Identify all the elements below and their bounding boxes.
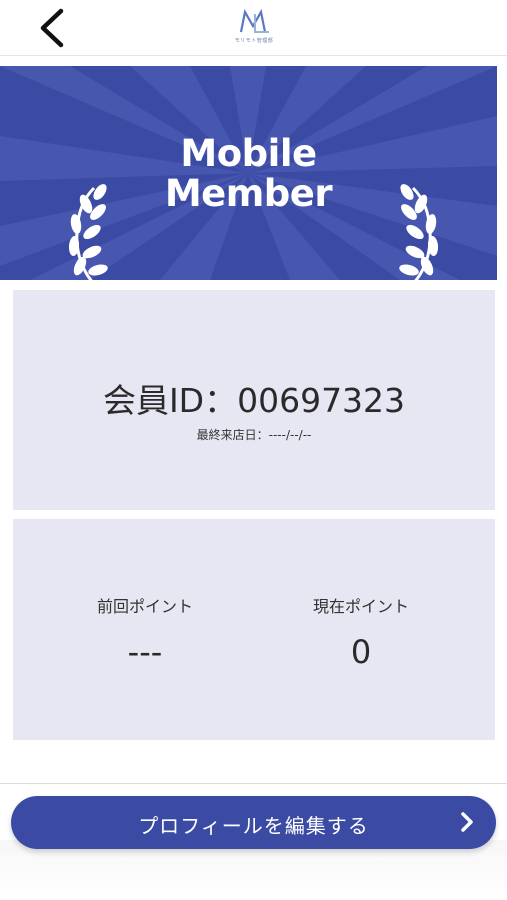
edit-profile-button[interactable]: プロフィールを編集する <box>11 796 496 849</box>
mobile-member-banner: Mobile Member <box>0 66 497 280</box>
member-id: 会員ID：00697323 <box>102 381 406 420</box>
brand-logo: モリモト管理部 <box>233 8 275 48</box>
chevron-right-icon <box>461 812 473 832</box>
last-visit-date: 最終来店日：----/--/-- <box>196 428 312 442</box>
current-points-value: 0 <box>350 633 372 671</box>
current-points: 現在ポイント 0 <box>241 593 481 671</box>
divider <box>0 783 507 784</box>
logo-mark <box>239 8 269 33</box>
edit-profile-label: プロフィールを編集する <box>138 814 369 838</box>
member-id-card: 会員ID：00697323 最終来店日：----/--/-- <box>13 290 495 510</box>
points-card: 前回ポイント --- 現在ポイント 0 <box>13 519 495 740</box>
app-header: モリモト管理部 <box>0 0 507 56</box>
banner-title-line1: Mobile <box>180 132 317 175</box>
previous-points-label: 前回ポイント <box>96 597 193 616</box>
banner-title: Mobile Member <box>0 134 497 214</box>
current-points-label: 現在ポイント <box>312 597 409 616</box>
bottom-fade <box>0 840 507 900</box>
back-button[interactable] <box>34 6 74 50</box>
previous-points-value: --- <box>127 633 163 671</box>
logo-text: モリモト管理部 <box>234 38 274 44</box>
banner-title-line2: Member <box>164 172 333 215</box>
previous-points: 前回ポイント --- <box>25 593 265 671</box>
chevron-left-icon <box>40 8 64 48</box>
